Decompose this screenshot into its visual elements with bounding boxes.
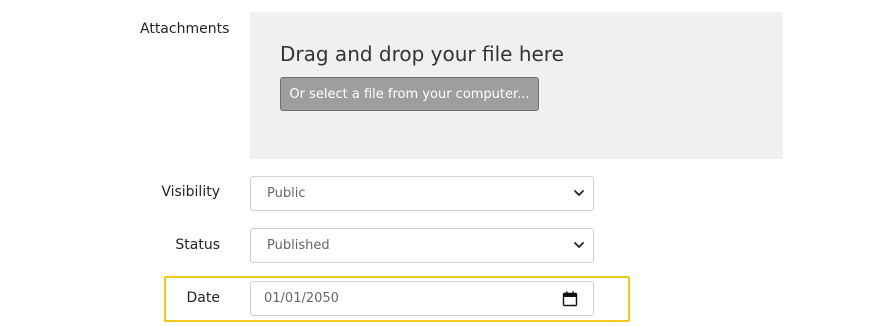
date-highlight-box (164, 276, 630, 322)
status-selected-value: Published (267, 238, 330, 253)
visibility-selected-value: Public (267, 186, 306, 201)
select-file-button[interactable]: Or select a file from your computer... (280, 77, 539, 111)
file-dropzone[interactable]: Drag and drop your file here Or select a… (250, 12, 783, 159)
post-settings-form: Attachments Drag and drop your file here… (0, 0, 869, 326)
status-select[interactable]: Published (250, 228, 594, 263)
chevron-down-icon (574, 190, 584, 196)
visibility-select[interactable]: Public (250, 176, 594, 211)
dropzone-text: Drag and drop your file here (280, 42, 564, 66)
attachments-label: Attachments (140, 21, 230, 37)
status-label: Status (175, 237, 220, 253)
chevron-down-icon (574, 242, 584, 248)
visibility-label: Visibility (161, 184, 220, 200)
